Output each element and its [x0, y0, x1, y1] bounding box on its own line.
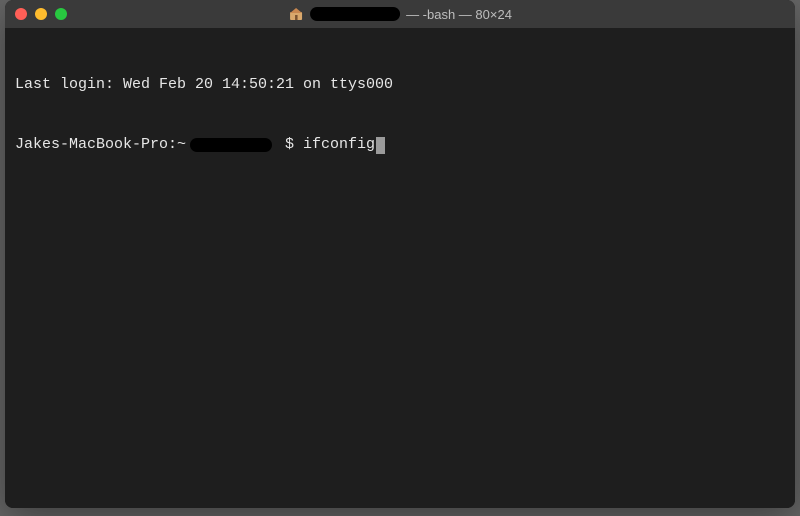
- title-redacted-segment: [310, 7, 400, 21]
- close-button[interactable]: [15, 8, 27, 20]
- cursor: [376, 137, 385, 154]
- prompt-line: Jakes-MacBook-Pro:~ $ ifconfig: [15, 135, 785, 155]
- prompt-host: Jakes-MacBook-Pro:~: [15, 135, 186, 155]
- command-input[interactable]: ifconfig: [303, 135, 375, 155]
- minimize-button[interactable]: [35, 8, 47, 20]
- window-title: — -bash — 80×24: [288, 6, 512, 22]
- terminal-window: — -bash — 80×24 Last login: Wed Feb 20 1…: [5, 0, 795, 508]
- prompt-symbol: $: [276, 135, 303, 155]
- window-title-text: — -bash — 80×24: [406, 7, 512, 22]
- home-folder-icon: [288, 6, 304, 22]
- prompt-redacted-segment: [190, 138, 272, 152]
- terminal-body[interactable]: Last login: Wed Feb 20 14:50:21 on ttys0…: [5, 28, 795, 508]
- maximize-button[interactable]: [55, 8, 67, 20]
- traffic-lights: [15, 8, 67, 20]
- title-bar[interactable]: — -bash — 80×24: [5, 0, 795, 28]
- last-login-line: Last login: Wed Feb 20 14:50:21 on ttys0…: [15, 75, 785, 95]
